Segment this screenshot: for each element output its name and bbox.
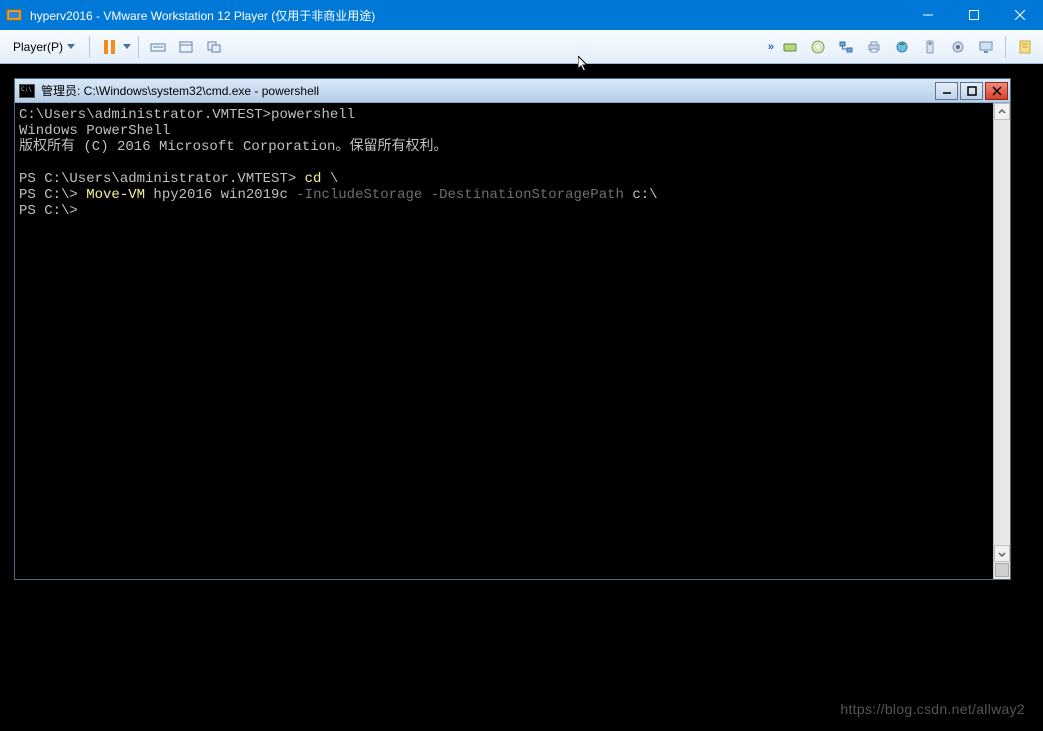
hard-disk-device-button[interactable] <box>778 35 802 59</box>
cmd-window: 管理员: C:\Windows\system32\cmd.exe - power… <box>14 78 1011 580</box>
pause-icon <box>104 40 115 54</box>
toolbar-separator <box>138 36 139 58</box>
cmd-maximize-button[interactable] <box>960 82 983 100</box>
close-button[interactable] <box>997 0 1043 30</box>
cmd-title: 管理员: C:\Windows\system32\cmd.exe - power… <box>41 82 319 99</box>
prompt: C:\Users\administrator.VMTEST> <box>19 107 271 123</box>
scroll-up-button[interactable] <box>994 103 1010 120</box>
display-device-button[interactable] <box>974 35 998 59</box>
cmd-scrollbar[interactable] <box>993 103 1010 579</box>
vmware-toolbar: Player(P) » <box>0 30 1043 64</box>
dropdown-icon <box>67 44 75 49</box>
vmware-logo-icon <box>6 7 22 23</box>
parameter: -IncludeStorage -DestinationStoragePath <box>288 187 624 203</box>
typed-command: powershell <box>271 107 355 123</box>
watermark: https://blog.csdn.net/allway2 <box>840 701 1025 717</box>
cmd-body: C:\Users\administrator.VMTEST>powershell… <box>15 103 1010 579</box>
pause-vm-button[interactable] <box>97 35 121 59</box>
scroll-track-horizontal-placeholder <box>994 562 1010 579</box>
maximize-button[interactable] <box>951 0 997 30</box>
guest-desktop[interactable]: 管理员: C:\Windows\system32\cmd.exe - power… <box>0 64 1043 731</box>
usb-device-button[interactable] <box>918 35 942 59</box>
minimize-button[interactable] <box>905 0 951 30</box>
hard-disk-icon <box>782 39 798 55</box>
cmd-titlebar[interactable]: 管理员: C:\Windows\system32\cmd.exe - power… <box>15 79 1010 103</box>
vmware-titlebar[interactable]: hyperv2016 - VMware Workstation 12 Playe… <box>0 0 1043 30</box>
disc-icon <box>810 39 826 55</box>
notes-icon <box>1017 39 1033 55</box>
cmd-logo-icon <box>19 84 35 98</box>
printer-icon <box>866 39 882 55</box>
usb-icon <box>922 39 938 55</box>
camera-device-button[interactable] <box>946 35 970 59</box>
cmdlet: Move-VM <box>78 187 145 203</box>
arg: hpy2016 win2019c <box>145 187 288 203</box>
scroll-thumb[interactable] <box>995 563 1009 577</box>
printer-device-button[interactable] <box>862 35 886 59</box>
arg: c:\ <box>624 187 658 203</box>
prompt: PS C:\> <box>19 187 78 203</box>
send-ctrl-alt-del-button[interactable] <box>146 35 170 59</box>
toolbar-separator <box>89 36 90 58</box>
fullscreen-button[interactable] <box>174 35 198 59</box>
scroll-down-button[interactable] <box>994 545 1010 562</box>
chevron-right-icon[interactable]: » <box>768 41 774 53</box>
network-icon <box>838 39 854 55</box>
player-menu[interactable]: Player(P) <box>6 37 82 57</box>
cd-dvd-device-button[interactable] <box>806 35 830 59</box>
vmware-title: hyperv2016 - VMware Workstation 12 Playe… <box>30 7 375 24</box>
display-icon <box>978 39 994 55</box>
cmd-close-button[interactable] <box>985 82 1008 100</box>
arg: \ <box>321 171 338 187</box>
manage-button[interactable] <box>1013 35 1037 59</box>
scroll-track[interactable] <box>994 120 1010 545</box>
output-line: Windows PowerShell <box>19 123 170 139</box>
unity-button[interactable] <box>202 35 226 59</box>
dropdown-icon[interactable] <box>123 44 131 49</box>
cmd-minimize-button[interactable] <box>935 82 958 100</box>
unity-icon <box>206 39 222 55</box>
prompt: PS C:\Users\administrator.VMTEST> <box>19 171 296 187</box>
network-device-button[interactable] <box>834 35 858 59</box>
camera-icon <box>950 39 966 55</box>
output-line: 版权所有 (C) 2016 Microsoft Corporation。保留所有… <box>19 139 447 155</box>
sound-icon <box>894 39 910 55</box>
fullscreen-icon <box>178 39 194 55</box>
toolbar-separator <box>1005 36 1006 58</box>
cmdlet: cd <box>296 171 321 187</box>
terminal-output[interactable]: C:\Users\administrator.VMTEST>powershell… <box>15 103 993 579</box>
player-menu-label: Player(P) <box>13 40 63 54</box>
keyboard-icon <box>150 39 166 55</box>
sound-device-button[interactable] <box>890 35 914 59</box>
vmware-player-window: hyperv2016 - VMware Workstation 12 Playe… <box>0 0 1043 731</box>
prompt: PS C:\> <box>19 203 78 219</box>
